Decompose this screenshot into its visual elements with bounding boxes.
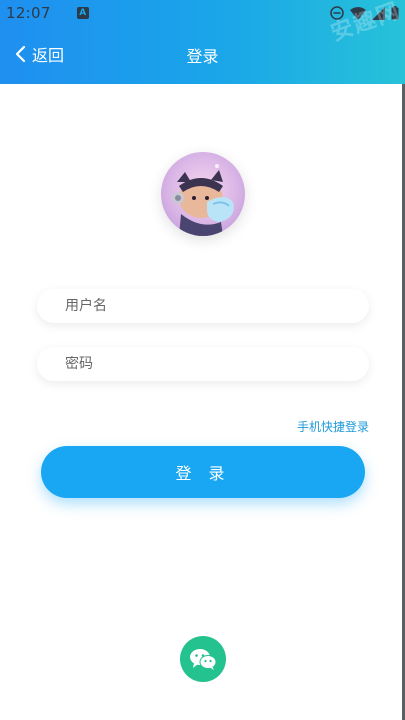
status-time: 12:07 <box>6 4 51 22</box>
password-input[interactable] <box>65 356 369 372</box>
wechat-login-button[interactable] <box>180 636 226 682</box>
nav-bar: 返回 登录 <box>0 26 405 82</box>
app-header: 12:07 A 安趣网 返回 登录 <box>0 0 405 84</box>
login-button[interactable]: 登 录 <box>41 446 365 498</box>
username-input[interactable] <box>65 298 369 314</box>
page-title: 登录 <box>186 47 219 66</box>
avatar-illustration <box>172 164 234 236</box>
username-field[interactable] <box>37 289 369 323</box>
phone-quick-login-link[interactable]: 手机快捷登录 <box>297 418 369 435</box>
avatar <box>161 152 245 236</box>
notification-a-icon: A <box>76 7 89 19</box>
password-field[interactable] <box>37 347 369 381</box>
wechat-icon <box>189 647 217 671</box>
login-screen: 12:07 A 安趣网 返回 登录 用户名 手机快捷登录 登 录 <box>0 0 405 720</box>
